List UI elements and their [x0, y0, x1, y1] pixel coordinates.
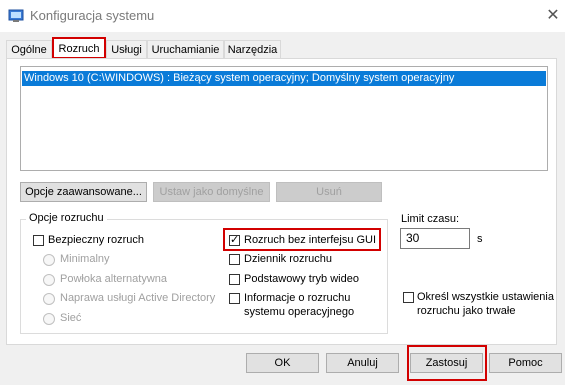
base-video-label: Podstawowy tryb wideo [244, 273, 359, 285]
alternate-shell-radio[interactable] [43, 274, 55, 286]
no-gui-boot-label: Rozruch bez interfejsu GUI [244, 234, 377, 246]
timeout-unit: s [477, 233, 483, 245]
tab-boot[interactable]: Rozruch [52, 37, 106, 59]
help-button[interactable]: Pomoc [489, 353, 562, 373]
safe-boot-label: Bezpieczny rozruch [48, 234, 144, 246]
ad-repair-label: Naprawa usługi Active Directory [60, 292, 216, 304]
make-permanent-label-1: Określ wszystkie ustawienia [417, 291, 554, 303]
os-list-item[interactable]: Windows 10 (C:\WINDOWS) : Bieżący system… [22, 71, 546, 86]
make-permanent-checkbox[interactable] [403, 292, 414, 303]
timeout-label: Limit czasu: [401, 213, 460, 225]
cancel-button[interactable]: Anuluj [326, 353, 399, 373]
advanced-options-button[interactable]: Opcje zaawansowane... [20, 182, 147, 202]
timeout-input[interactable]: 30 [400, 228, 470, 249]
tab-general[interactable]: Ogólne [6, 40, 52, 58]
base-video-checkbox[interactable] [229, 274, 240, 285]
no-gui-boot-checkbox[interactable] [229, 233, 240, 246]
window-title: Konfiguracja systemu [30, 8, 155, 23]
system-config-icon [8, 9, 24, 22]
network-radio[interactable] [43, 313, 55, 325]
close-icon[interactable]: ✕ [542, 5, 564, 27]
set-default-button[interactable]: Ustaw jako domyślne [153, 182, 270, 202]
boot-options-label: Opcje rozruchu [26, 212, 107, 224]
minimal-radio[interactable] [43, 254, 55, 266]
safe-boot-checkbox[interactable] [33, 235, 44, 246]
tab-startup[interactable]: Uruchamianie [147, 40, 224, 58]
ad-repair-radio[interactable] [43, 293, 55, 305]
delete-button[interactable]: Usuń [276, 182, 382, 202]
boot-log-label: Dziennik rozruchu [244, 253, 333, 265]
minimal-label: Minimalny [60, 253, 110, 265]
ok-button[interactable]: OK [246, 353, 319, 373]
alternate-shell-label: Powłoka alternatywna [60, 273, 168, 285]
os-boot-info-label-2: systemu operacyjnego [244, 306, 355, 318]
tab-tools[interactable]: Narzędzia [224, 40, 281, 58]
os-boot-info-label-1: Informacje o rozruchu [244, 292, 351, 304]
tab-services[interactable]: Usługi [106, 40, 147, 58]
make-permanent-label-2: rozruchu jako trwałe [417, 305, 516, 317]
os-boot-info-checkbox[interactable] [229, 293, 240, 304]
network-label: Sieć [60, 312, 82, 324]
boot-log-checkbox[interactable] [229, 254, 240, 265]
apply-button[interactable]: Zastosuj [410, 353, 483, 373]
